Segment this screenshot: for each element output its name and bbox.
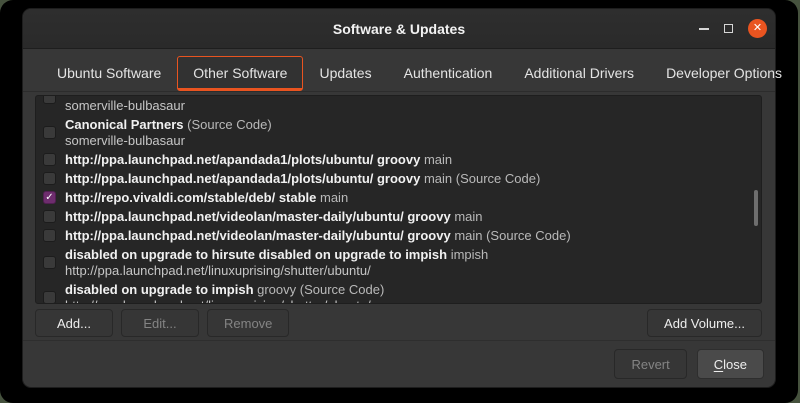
revert-button[interactable]: Revert: [614, 349, 686, 379]
source-label: http://ppa.launchpad.net/apandada1/plots…: [65, 152, 452, 168]
source-row[interactable]: http://ppa.launchpad.net/apandada1/plots…: [39, 150, 758, 169]
close-button[interactable]: Close: [697, 349, 764, 379]
close-icon: ✕: [753, 23, 762, 34]
source-label: http://repo.vivaldi.com/stable/deb/ stab…: [65, 190, 348, 206]
source-row[interactable]: http://ppa.launchpad.net/videolan/master…: [39, 207, 758, 226]
minimize-button[interactable]: [699, 28, 709, 30]
titlebar[interactable]: Software & Updates ✕: [23, 9, 775, 49]
source-checkbox[interactable]: [43, 153, 56, 166]
source-row[interactable]: ✓ http://repo.vivaldi.com/stable/deb/ sta…: [39, 188, 758, 207]
screenshot-background: Software & Updates ✕ Ubuntu SoftwareOthe…: [0, 0, 798, 403]
source-label: Canonical Partners (Source Code)somervil…: [65, 117, 272, 149]
tab-bar: Ubuntu SoftwareOther SoftwareUpdatesAuth…: [41, 56, 775, 91]
tab-developer-options[interactable]: Developer Options: [650, 56, 798, 91]
source-label: Canonical Partnerssomerville-bulbasaur: [65, 95, 185, 114]
source-row[interactable]: Canonical Partners (Source Code)somervil…: [39, 115, 758, 150]
add-volume-button[interactable]: Add Volume...: [647, 309, 762, 337]
source-checkbox[interactable]: [43, 172, 56, 185]
source-row[interactable]: disabled on upgrade to impish groovy (So…: [39, 280, 758, 304]
software-sources-list[interactable]: Canonical Partnerssomerville-bulbasaur Ca…: [35, 95, 762, 304]
tab-authentication[interactable]: Authentication: [388, 56, 509, 91]
source-label: http://ppa.launchpad.net/apandada1/plots…: [65, 171, 540, 187]
source-checkbox[interactable]: [43, 256, 56, 269]
source-label: disabled on upgrade to hirsute disabled …: [65, 247, 488, 279]
source-checkbox[interactable]: [43, 229, 56, 242]
source-row[interactable]: Canonical Partnerssomerville-bulbasaur: [39, 95, 758, 115]
source-checkbox[interactable]: [43, 95, 56, 104]
tab-additional-drivers[interactable]: Additional Drivers: [508, 56, 650, 91]
source-label: disabled on upgrade to impish groovy (So…: [65, 282, 384, 305]
source-checkbox[interactable]: [43, 126, 56, 139]
maximize-icon: [724, 24, 733, 33]
source-row[interactable]: http://ppa.launchpad.net/videolan/master…: [39, 226, 758, 245]
window-controls: ✕: [699, 9, 767, 48]
window-title: Software & Updates: [333, 21, 465, 37]
dialog-action-area: Revert Close: [23, 340, 775, 387]
source-checkbox-checked[interactable]: ✓: [43, 191, 56, 204]
close-window-button[interactable]: ✕: [748, 19, 767, 38]
list-content: Canonical Partnerssomerville-bulbasaur Ca…: [36, 95, 761, 304]
add-button[interactable]: Add...: [35, 309, 113, 337]
tab-ubuntu-software[interactable]: Ubuntu Software: [41, 56, 177, 91]
source-label: http://ppa.launchpad.net/videolan/master…: [65, 228, 571, 244]
vertical-scrollbar[interactable]: [754, 190, 758, 226]
source-row[interactable]: disabled on upgrade to hirsute disabled …: [39, 245, 758, 280]
source-label: http://ppa.launchpad.net/videolan/master…: [65, 209, 483, 225]
software-updates-window: Software & Updates ✕ Ubuntu SoftwareOthe…: [22, 8, 776, 388]
source-row[interactable]: http://ppa.launchpad.net/apandada1/plots…: [39, 169, 758, 188]
tab-updates[interactable]: Updates: [303, 56, 387, 91]
tab-other-software[interactable]: Other Software: [177, 56, 303, 91]
source-checkbox[interactable]: [43, 291, 56, 304]
list-action-buttons: Add... Edit... Remove Add Volume...: [35, 309, 762, 337]
maximize-button[interactable]: [724, 24, 733, 33]
edit-button[interactable]: Edit...: [121, 309, 199, 337]
remove-button[interactable]: Remove: [207, 309, 289, 337]
minimize-icon: [699, 28, 709, 30]
tab-strip: Ubuntu SoftwareOther SoftwareUpdatesAuth…: [23, 49, 775, 92]
source-checkbox[interactable]: [43, 210, 56, 223]
